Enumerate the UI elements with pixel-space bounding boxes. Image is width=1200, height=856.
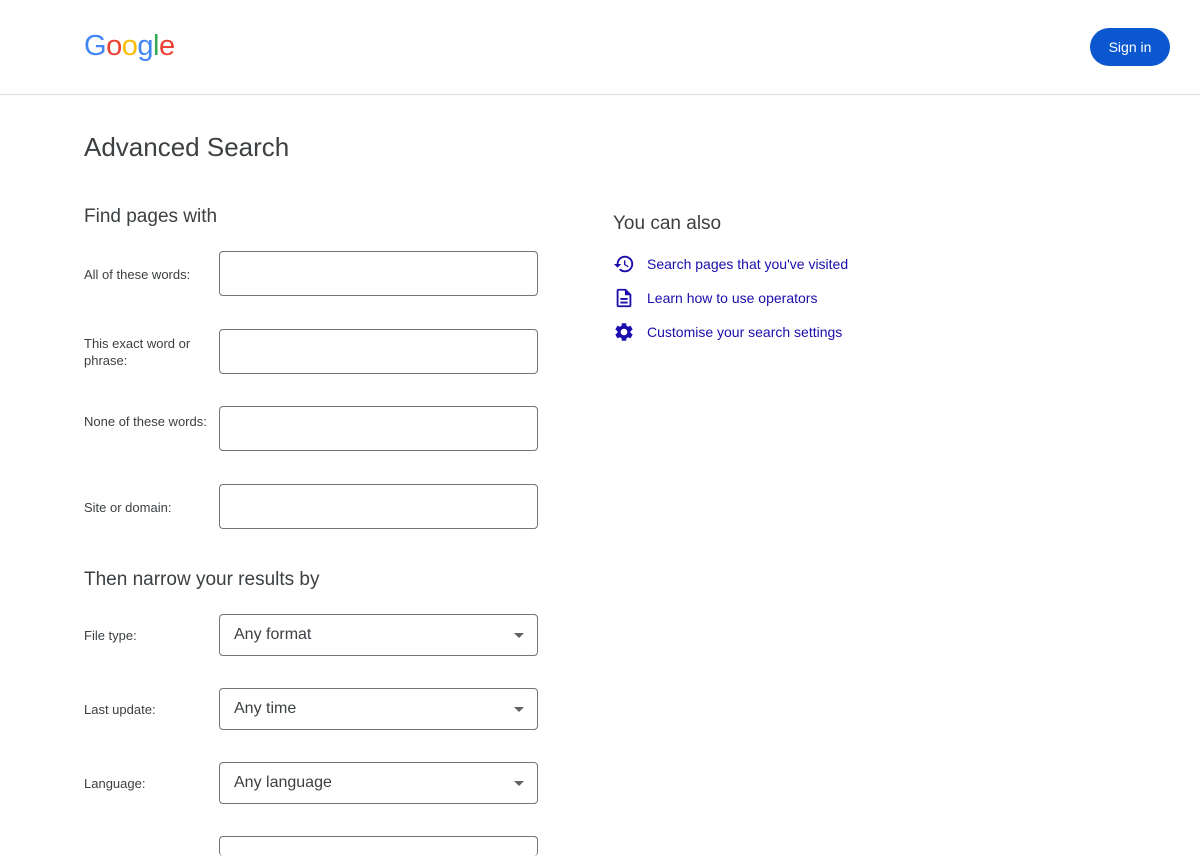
document-icon: [613, 287, 635, 309]
search-visited-link[interactable]: Search pages that you've visited: [613, 253, 848, 275]
google-logo[interactable]: Google: [84, 28, 175, 64]
file-type-label: File type:: [84, 628, 137, 643]
language-select[interactable]: Any language: [219, 762, 538, 804]
history-icon: [613, 253, 635, 275]
top-bar: Google Sign in: [0, 0, 1200, 95]
last-update-value: Any time: [234, 700, 297, 717]
language-value: Any language: [234, 774, 332, 791]
none-words-input[interactable]: [219, 406, 538, 451]
search-visited-label: Search pages that you've visited: [647, 256, 849, 272]
dropdown-arrow-icon: [514, 707, 524, 712]
file-type-select[interactable]: Any format: [219, 614, 538, 656]
logo-letter: G: [84, 30, 107, 62]
narrow-results-heading: Then narrow your results by: [84, 569, 320, 590]
all-words-input[interactable]: [219, 251, 538, 296]
operators-label: Learn how to use operators: [647, 290, 818, 306]
dropdown-arrow-icon: [514, 781, 524, 786]
logo-letter: o: [106, 30, 122, 62]
language-label: Language:: [84, 776, 146, 791]
site-domain-label: Site or domain:: [84, 500, 172, 515]
exact-phrase-input[interactable]: [219, 329, 538, 374]
you-can-also-heading: You can also: [613, 213, 722, 234]
site-domain-input[interactable]: [219, 484, 538, 529]
none-words-label: None of these words:: [84, 414, 207, 429]
find-pages-heading: Find pages with: [84, 206, 218, 227]
logo-letter: e: [158, 30, 175, 62]
last-update-label: Last update:: [84, 702, 156, 717]
last-update-select[interactable]: Any time: [219, 688, 538, 730]
logo-letter: o: [121, 30, 138, 62]
search-settings-link[interactable]: Customise your search settings: [613, 321, 842, 343]
page-title: Advanced Search: [84, 132, 290, 162]
operators-link[interactable]: Learn how to use operators: [613, 287, 817, 309]
region-select[interactable]: [219, 836, 538, 856]
dropdown-arrow-icon: [514, 633, 524, 638]
all-words-label: All of these words:: [84, 267, 191, 282]
exact-phrase-label: This exact word or phrase:: [84, 336, 191, 368]
sign-in-button[interactable]: Sign in: [1090, 28, 1170, 66]
file-type-value: Any format: [234, 626, 312, 643]
logo-letter: g: [137, 30, 153, 62]
gear-icon: [613, 321, 635, 343]
search-settings-label: Customise your search settings: [647, 324, 843, 340]
